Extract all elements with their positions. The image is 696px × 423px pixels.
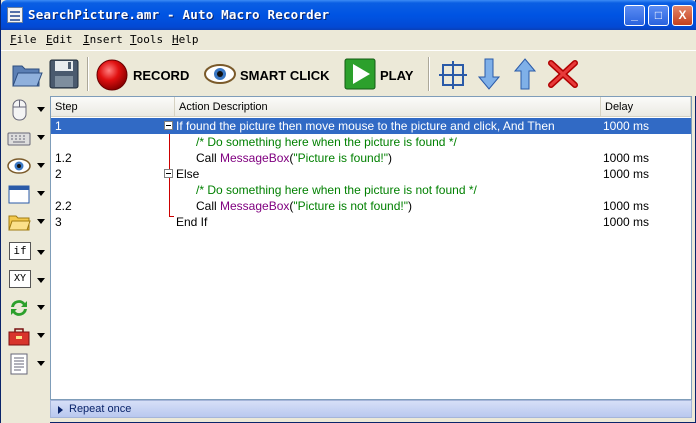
delete-x-icon[interactable] (547, 59, 579, 89)
action-description: Else (176, 167, 200, 181)
action-description: /* Do something here when the picture is… (196, 135, 457, 149)
chevron-down-icon (37, 305, 45, 310)
chevron-down-icon (37, 219, 45, 224)
chevron-down-icon (37, 191, 45, 196)
collapse-toggle-icon[interactable] (164, 169, 173, 178)
document-action-button[interactable] (7, 352, 47, 376)
action-description: End If (176, 215, 208, 229)
record-button[interactable]: RECORD (133, 68, 189, 83)
menu-insert[interactable]: Insert (83, 33, 123, 46)
toolbar-separator (428, 57, 430, 91)
chevron-down-icon (37, 163, 45, 168)
mouse-icon (12, 99, 27, 121)
chevron-down-icon (37, 135, 45, 140)
menu-tools[interactable]: Tools (130, 33, 163, 46)
menu-edit[interactable]: Edit (46, 33, 73, 46)
toolbar-separator (87, 57, 89, 91)
move-down-arrow-icon[interactable] (478, 57, 500, 91)
play-icon[interactable] (344, 58, 376, 90)
folder-icon (8, 215, 31, 231)
close-button[interactable]: X (672, 5, 693, 26)
title-bar[interactable]: SearchPicture.amr - Auto Macro Recorder … (1, 0, 696, 30)
step-number: 3 (55, 215, 62, 229)
play-button[interactable]: PLAY (380, 68, 413, 83)
macro-step-list[interactable]: Step Action Description Delay 1 If found… (50, 96, 692, 400)
refresh-loop-icon (11, 300, 27, 316)
xy-position-button[interactable]: XY (7, 269, 47, 293)
column-header-action-description[interactable]: Action Description (175, 97, 601, 117)
chevron-down-icon (37, 278, 45, 283)
table-row[interactable]: /* Do something here when the picture is… (51, 182, 691, 198)
move-up-arrow-icon[interactable] (514, 57, 536, 91)
expand-arrow-icon (58, 406, 63, 414)
if-icon: if (9, 242, 31, 260)
list-header: Step Action Description Delay (51, 97, 691, 117)
app-window: SearchPicture.amr - Auto Macro Recorder … (0, 0, 696, 423)
app-icon (7, 7, 23, 23)
table-row[interactable]: 1 If found the picture then move mouse t… (51, 118, 691, 134)
eye-icon (7, 158, 31, 174)
column-header-delay[interactable]: Delay (601, 97, 691, 117)
table-row[interactable]: 3 End If 1000 ms (51, 214, 691, 230)
file-action-button[interactable] (7, 210, 47, 234)
table-row[interactable]: 2.2 Call MessageBox("Picture is not foun… (51, 198, 691, 214)
repeat-bar[interactable]: Repeat once (50, 400, 692, 418)
toolbar: RECORD SMART CLICK PLAY (1, 50, 696, 96)
window-title: SearchPicture.amr - Auto Macro Recorder (28, 7, 330, 22)
smart-click-button[interactable]: SMART CLICK (240, 68, 330, 83)
action-description: If found the picture then move mouse to … (176, 119, 555, 133)
delay-value: 1000 ms (603, 215, 650, 229)
table-row[interactable]: 1.2 Call MessageBox("Picture is found!")… (51, 150, 691, 166)
minimize-button[interactable]: _ (624, 5, 645, 26)
step-number: 1.2 (55, 151, 72, 165)
if-condition-button[interactable]: if (7, 241, 47, 265)
loop-action-button[interactable] (7, 296, 47, 320)
action-description: Call MessageBox("Picture is not found!") (196, 199, 412, 213)
delay-value: 1000 ms (603, 119, 650, 133)
open-folder-icon[interactable] (10, 57, 44, 91)
mouse-action-button[interactable] (7, 98, 47, 122)
toolbox-icon (8, 328, 30, 346)
menu-file[interactable]: File (10, 33, 37, 46)
step-number: 2.2 (55, 199, 72, 213)
window-icon (8, 185, 30, 204)
chevron-down-icon (37, 250, 45, 255)
chevron-down-icon (37, 107, 45, 112)
action-description: Call MessageBox("Picture is found!") (196, 151, 392, 165)
keyboard-icon (7, 132, 31, 146)
save-disk-icon[interactable] (47, 57, 81, 91)
delay-value: 1000 ms (603, 151, 650, 165)
insert-sidebar: if XY (1, 96, 50, 423)
menu-help[interactable]: Help (172, 33, 199, 46)
action-description: /* Do something here when the picture is… (196, 183, 477, 197)
delay-value: 1000 ms (603, 199, 650, 213)
chevron-down-icon (37, 361, 45, 366)
maximize-button[interactable]: □ (648, 5, 669, 26)
document-icon (10, 353, 28, 375)
misc-action-button[interactable] (7, 324, 47, 348)
table-row[interactable]: /* Do something here when the picture is… (51, 134, 691, 150)
smart-click-eye-icon[interactable] (203, 62, 237, 86)
smart-click-action-button[interactable] (7, 154, 47, 178)
table-row[interactable]: 2 Else 1000 ms (51, 166, 691, 182)
keyboard-action-button[interactable] (7, 126, 47, 150)
record-icon[interactable] (95, 58, 129, 92)
crosshair-capture-icon[interactable] (438, 60, 468, 90)
step-number: 1 (55, 119, 62, 133)
step-number: 2 (55, 167, 62, 181)
column-header-step[interactable]: Step (51, 97, 175, 117)
window-action-button[interactable] (7, 182, 47, 206)
delay-value: 1000 ms (603, 167, 650, 181)
repeat-label: Repeat once (69, 403, 132, 415)
menu-bar: File Edit Insert Tools Help (1, 30, 696, 50)
collapse-toggle-icon[interactable] (164, 121, 173, 130)
xy-icon: XY (9, 270, 31, 288)
chevron-down-icon (37, 333, 45, 338)
